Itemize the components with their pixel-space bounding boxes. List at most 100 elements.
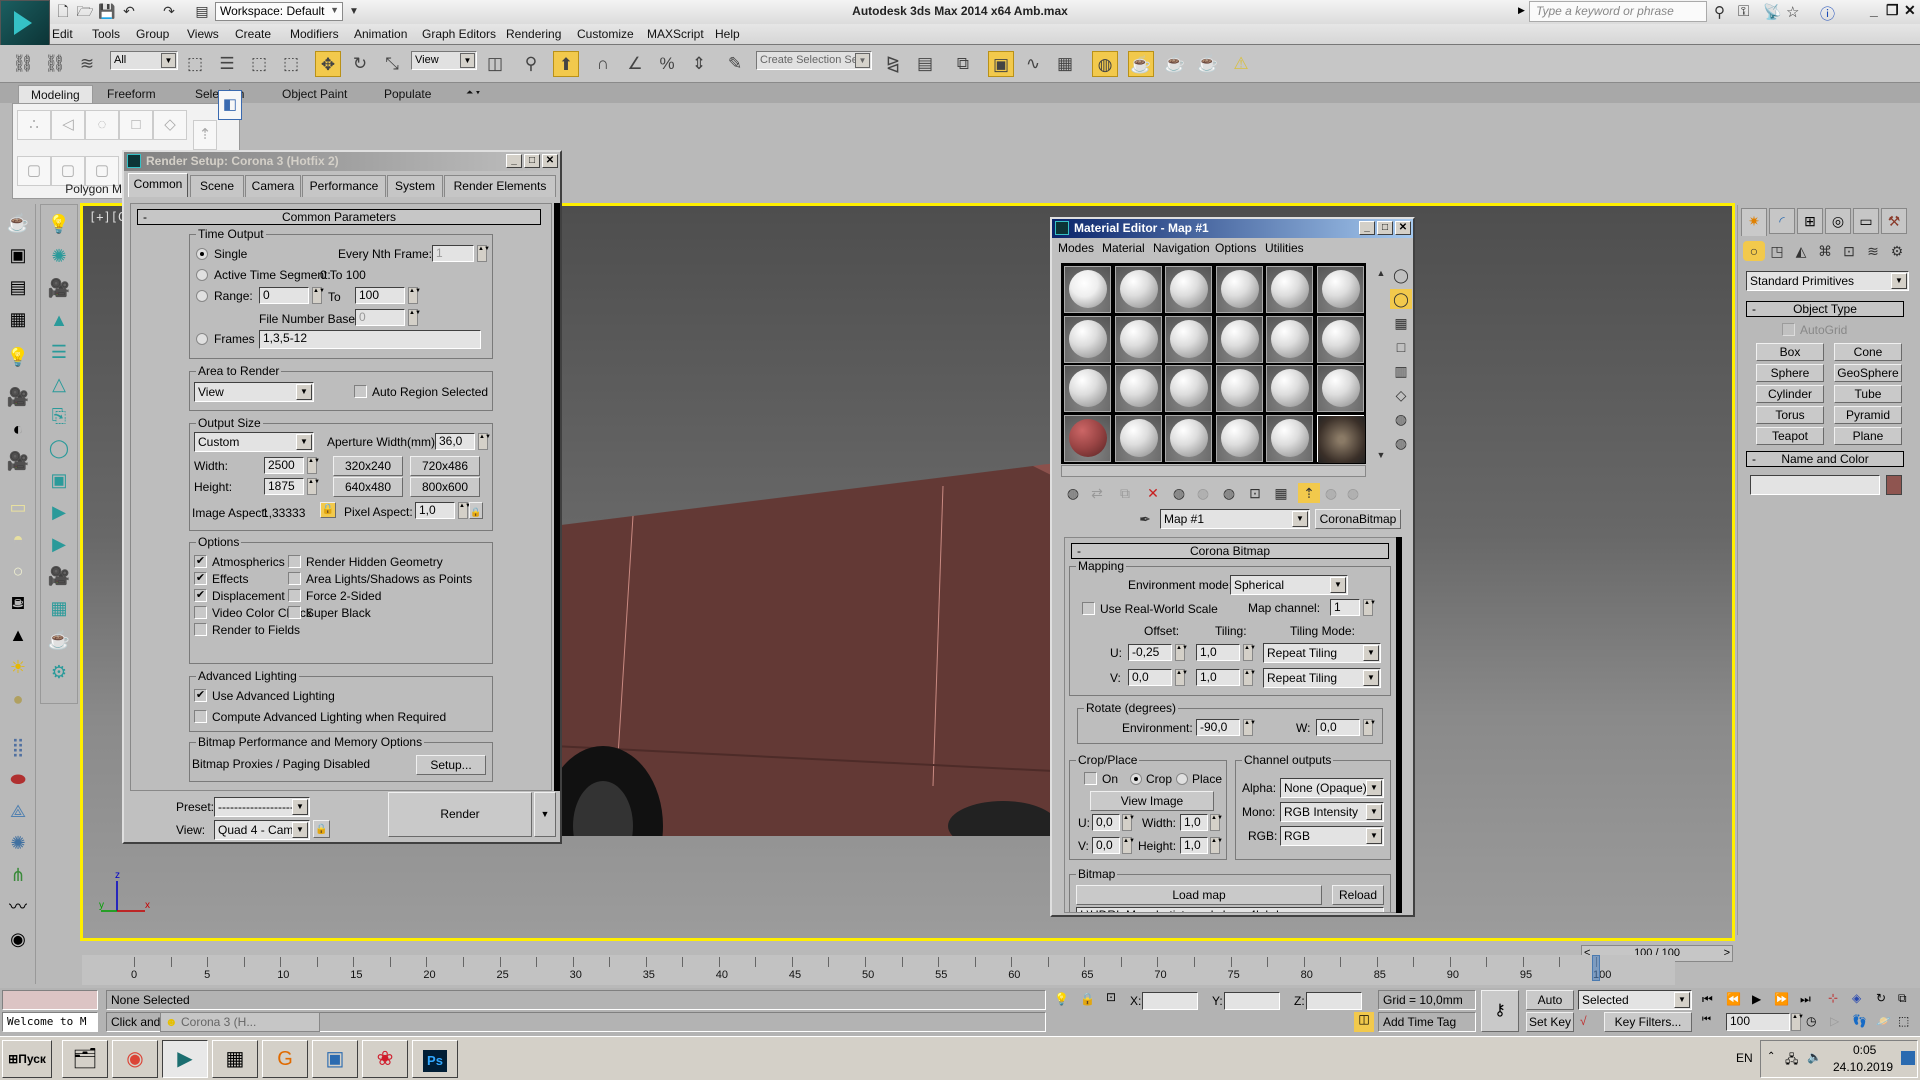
movie-icon[interactable]: ▶ xyxy=(45,531,73,557)
taskbar-photoshop[interactable]: Ps xyxy=(412,1040,458,1078)
menu-maxscript[interactable]: MAXScript xyxy=(647,27,704,41)
element-icon[interactable]: ◇ xyxy=(153,110,187,140)
maximize-button[interactable]: □ xyxy=(1377,221,1393,235)
background-checker-icon[interactable]: ▦ xyxy=(1390,313,1412,333)
spinner[interactable]: ▲▼ xyxy=(1210,837,1223,854)
taskbar-image-viewer[interactable]: ▣ xyxy=(312,1040,358,1078)
assign-material-icon[interactable]: ⧉ xyxy=(1114,483,1136,503)
sample-uv-tiling-icon[interactable]: □ xyxy=(1390,337,1412,357)
spinner[interactable]: ▲▼ xyxy=(458,502,471,519)
auto-key-button[interactable]: Auto Key xyxy=(1526,990,1574,1025)
v-tiling-field[interactable]: 1,0 xyxy=(1196,669,1240,686)
key-mode-dropdown[interactable]: Selected ▼ xyxy=(1578,990,1692,1010)
option-checkbox[interactable] xyxy=(288,555,301,568)
render-options-chevron-icon[interactable]: ▼ xyxy=(534,792,556,837)
volume-icon[interactable]: 🔈 xyxy=(1807,1050,1822,1064)
bind-to-space-warp-icon[interactable]: ≋ xyxy=(74,51,100,77)
menu-rendering[interactable]: Rendering xyxy=(506,27,561,41)
ribbon-tab-freeform[interactable]: Freeform xyxy=(95,85,168,103)
make-preview-icon[interactable]: ◇ xyxy=(1390,385,1412,405)
spinner[interactable]: ▲▼ xyxy=(478,433,491,450)
menu-edit[interactable]: Edit xyxy=(52,27,73,41)
material-sample-slot[interactable] xyxy=(1316,365,1364,412)
workspace-dropdown[interactable]: Workspace: Default ▼ xyxy=(215,2,343,21)
option-checkbox[interactable] xyxy=(194,606,207,619)
play-icon[interactable]: ▶ xyxy=(1752,992,1761,1006)
render-button[interactable]: Render xyxy=(388,792,532,837)
taskbar-explorer[interactable]: 🗂 xyxy=(62,1040,108,1078)
menu-graph-editors[interactable]: Graph Editors xyxy=(422,27,496,41)
material-id-icon[interactable]: ◍ xyxy=(1218,483,1240,503)
load-map-button[interactable]: Load map xyxy=(1076,885,1322,905)
set-key-mode-key-icon[interactable]: ⚷ xyxy=(1481,990,1519,1032)
material-sample-slot[interactable] xyxy=(1165,365,1212,412)
scene-explorer-icon[interactable]: ▣ xyxy=(988,51,1014,77)
radio-range[interactable] xyxy=(196,290,208,302)
video-color-check-icon[interactable]: ▥ xyxy=(1390,361,1412,381)
modify-tab-icon[interactable]: ◜ xyxy=(1769,208,1795,234)
spinner[interactable]: ▲▼ xyxy=(307,457,320,474)
application-menu-button[interactable] xyxy=(0,0,50,46)
play-frame-icon[interactable]: ▶ xyxy=(45,499,73,525)
spinner[interactable]: ▲▼ xyxy=(1243,719,1256,736)
satellite-icon[interactable]: 📡 xyxy=(1763,3,1782,21)
output-size-preset-dropdown[interactable]: Custom ▼ xyxy=(194,432,314,452)
x-coordinate-field[interactable] xyxy=(1142,992,1198,1010)
dome-light-icon[interactable]: ◓ xyxy=(4,526,32,552)
view-dropdown[interactable]: Quad 4 - Camer ▼ xyxy=(214,820,310,840)
material-sample-slot[interactable] xyxy=(1215,365,1263,412)
material-sample-slot[interactable] xyxy=(1316,266,1364,313)
shapes-icon[interactable]: ◳ xyxy=(1766,241,1788,261)
key-filters-button[interactable]: Key Filters... xyxy=(1604,1012,1692,1032)
primitive-teapot-button[interactable]: Teapot xyxy=(1756,427,1824,445)
spinner[interactable]: ▲▼ xyxy=(408,287,421,304)
projector-icon[interactable]: ◐ xyxy=(4,416,32,442)
material-editor-icon[interactable]: ◍ xyxy=(1092,51,1118,77)
new-file-icon[interactable]: 🗋 xyxy=(54,3,72,20)
preset-320x240-button[interactable]: 320x240 xyxy=(333,456,403,476)
scrollbar[interactable] xyxy=(1396,537,1402,913)
field-of-view-icon[interactable]: ▷ xyxy=(1830,1014,1839,1028)
redo-icon[interactable]: ↷ xyxy=(160,3,178,20)
geometry-icon[interactable]: ○ xyxy=(1743,241,1765,261)
motion-tab-icon[interactable]: ◎ xyxy=(1825,208,1851,234)
systems-icon[interactable]: ⚙ xyxy=(1886,241,1908,261)
material-sample-slot[interactable] xyxy=(1215,266,1263,313)
add-camera-icon[interactable]: 🎥 xyxy=(45,563,73,589)
customize-quick-access-icon[interactable]: ▼ xyxy=(345,3,363,20)
material-sample-slot[interactable] xyxy=(1266,315,1313,363)
project-folder-icon[interactable]: ▤ xyxy=(193,3,211,20)
blob-icon[interactable]: ⬬ xyxy=(4,766,32,792)
material-sample-slot[interactable] xyxy=(1165,315,1212,363)
put-to-library-icon[interactable]: ◍ xyxy=(1192,483,1214,503)
menu-utilities[interactable]: Utilities xyxy=(1265,241,1304,255)
taskbar-chrome[interactable]: ◉ xyxy=(112,1040,158,1078)
maxscript-mini-listener-top[interactable] xyxy=(2,990,98,1010)
disk-light-icon[interactable]: ● xyxy=(4,686,32,712)
get-material-icon[interactable]: ◍ xyxy=(1062,483,1084,503)
curve-editor-icon[interactable]: ∿ xyxy=(1020,51,1046,77)
use-advanced-lighting-checkbox[interactable]: ✔ xyxy=(194,689,207,702)
gear-bulb-icon[interactable]: ⚙ xyxy=(45,659,73,685)
zoom-extents-icon[interactable]: ⊹ xyxy=(1828,991,1838,1005)
tab-system[interactable]: System xyxy=(387,175,443,197)
previous-key-icon[interactable]: ⏪ xyxy=(1726,992,1741,1006)
material-sample-slot[interactable] xyxy=(1266,365,1313,412)
spinner[interactable]: ▲▼ xyxy=(1122,814,1135,831)
plane-light-icon[interactable]: ▭ xyxy=(4,494,32,520)
preset-dropdown[interactable]: -------------------- ▼ xyxy=(214,797,310,817)
camera-icon[interactable]: 🎥 xyxy=(45,275,73,301)
primitive-pyramid-button[interactable]: Pyramid xyxy=(1834,406,1902,424)
render-frame-icon[interactable]: ▣ xyxy=(4,242,32,268)
menu-animation[interactable]: Animation xyxy=(354,27,407,41)
put-to-scene-icon[interactable]: ⇄ xyxy=(1086,483,1108,503)
orbit-camera-icon[interactable]: 🪐 xyxy=(1876,1014,1891,1028)
select-and-scale-icon[interactable]: ⤡ xyxy=(379,51,405,77)
sphere-light-icon[interactable]: ○ xyxy=(4,558,32,584)
taskbar-calculator[interactable]: ▦ xyxy=(212,1040,258,1078)
orbit-icon[interactable]: ↻ xyxy=(1876,991,1886,1005)
absolute-mode-icon[interactable]: ⊡ xyxy=(1106,990,1116,1004)
show-desktop-icon[interactable] xyxy=(1901,1051,1915,1065)
crop-width-field[interactable]: 1,0 xyxy=(1180,814,1208,831)
language-indicator[interactable]: EN xyxy=(1736,1051,1753,1065)
